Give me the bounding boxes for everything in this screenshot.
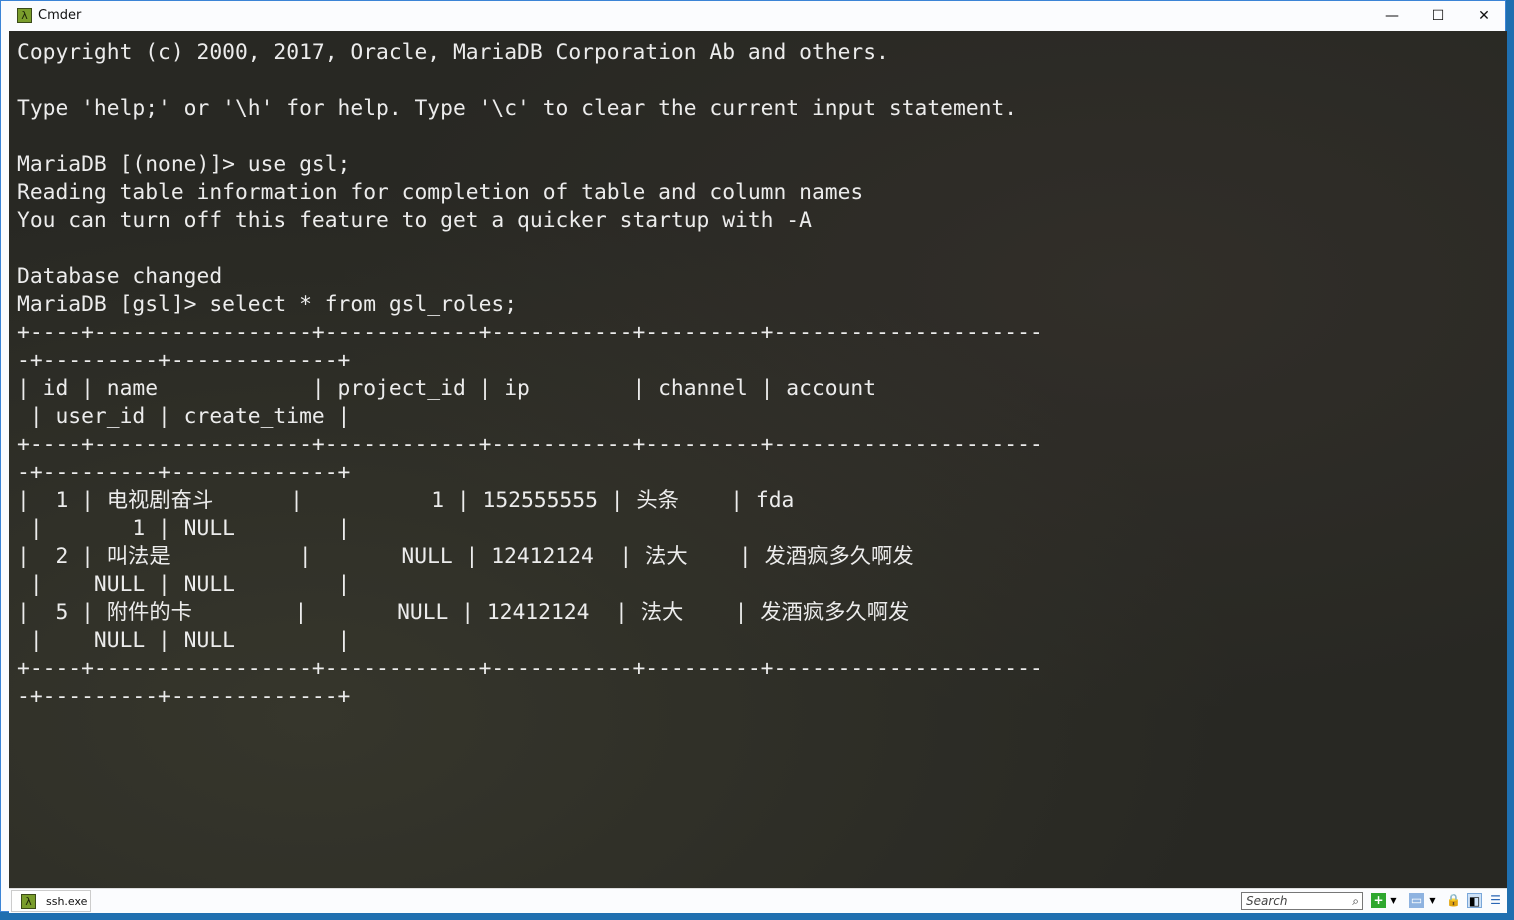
search-icon: ⌕ [1352, 894, 1359, 908]
lambda-icon: λ [21, 894, 36, 909]
terminal-line: | 1 | 电视剧奋斗 | 1 | 152555555 | 头条 | fda [17, 488, 795, 513]
terminal-line: | id | name | project_id | ip | channel … [17, 376, 877, 401]
title-bar[interactable]: λ Cmder — ☐ ✕ [1, 1, 1505, 31]
terminal-line: +----+-----------------+------------+---… [17, 320, 1043, 345]
search-input[interactable]: Search ⌕ [1241, 892, 1363, 910]
menu-icon[interactable]: ☰ [1488, 893, 1503, 908]
terminal-lines: Copyright (c) 2000, 2017, Oracle, MariaD… [17, 39, 1043, 711]
window-title: Cmder [38, 8, 82, 23]
search-placeholder: Search [1246, 894, 1288, 908]
terminal-line: Type 'help;' or '\h' for help. Type '\c'… [17, 96, 1018, 121]
lock-icon[interactable]: 🔒 [1446, 893, 1461, 908]
dropdown-icon[interactable]: ▼ [1425, 893, 1440, 908]
terminal-line: | NULL | NULL | [17, 572, 351, 597]
console-tab-ssh[interactable]: λ ssh.exe [11, 890, 91, 912]
maximize-button[interactable]: ☐ [1415, 1, 1461, 31]
terminal-line: Database changed [17, 264, 223, 289]
terminal-line: You can turn off this feature to get a q… [17, 208, 812, 233]
terminal-line: +----+-----------------+------------+---… [17, 432, 1043, 457]
tab-label: ssh.exe [46, 895, 88, 908]
new-console-icon[interactable]: + [1371, 893, 1386, 908]
terminal-line: Reading table information for completion… [17, 180, 864, 205]
lambda-icon: λ [17, 8, 32, 23]
terminal-line: MariaDB [(none)]> use gsl; [17, 152, 351, 177]
terminal-line: -+---------+-------------+ [17, 684, 351, 709]
terminal-line: +----+-----------------+------------+---… [17, 656, 1043, 681]
close-button[interactable]: ✕ [1461, 1, 1507, 31]
terminal-line: | 5 | 附件的卡 | NULL | 12412124 | 法大 | 发酒疯多… [17, 600, 910, 625]
terminal-line: -+---------+-------------+ [17, 348, 351, 373]
terminal-line: | 1 | NULL | [17, 516, 351, 541]
terminal-line: | 2 | 叫法是 | NULL | 12412124 | 法大 | 发酒疯多久… [17, 544, 914, 569]
minimize-button[interactable]: — [1369, 1, 1415, 31]
terminal-line: Copyright (c) 2000, 2017, Oracle, MariaD… [17, 40, 889, 65]
split-view-icon[interactable]: ◧ [1467, 893, 1482, 908]
cmder-window: λ Cmder — ☐ ✕ Copyright (c) 2000, 2017, … [0, 0, 1507, 913]
terminal-line: | user_id | create_time | [17, 404, 351, 429]
status-bar: λ ssh.exe Search ⌕ + ▼ ▭ ▼ 🔒 ◧ ☰ [9, 888, 1507, 913]
terminal-line: -+---------+-------------+ [17, 460, 351, 485]
dropdown-icon[interactable]: ▼ [1386, 893, 1401, 908]
terminal-output[interactable]: Copyright (c) 2000, 2017, Oracle, MariaD… [9, 31, 1507, 888]
terminal-line: MariaDB [gsl]> select * from gsl_roles; [17, 292, 518, 317]
console-list-icon[interactable]: ▭ [1409, 893, 1424, 908]
terminal-line: | NULL | NULL | [17, 628, 351, 653]
